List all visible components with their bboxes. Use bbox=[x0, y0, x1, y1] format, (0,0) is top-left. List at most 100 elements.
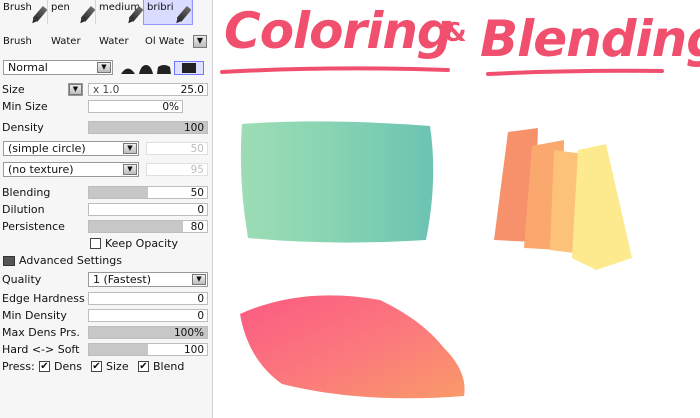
quality-select[interactable]: 1 (Fastest) ▼ bbox=[88, 272, 208, 287]
density-slider[interactable]: 100 bbox=[88, 121, 208, 134]
brush-slot-label: bribri bbox=[147, 2, 174, 13]
blending-slider[interactable]: 50 bbox=[88, 186, 208, 199]
blend-mode-select[interactable]: Normal ▼ bbox=[3, 60, 113, 75]
texture-strength-value: 95 bbox=[190, 164, 204, 176]
chevron-down-icon: ▼ bbox=[97, 62, 111, 73]
press-blend-label: Blend bbox=[153, 360, 185, 373]
dilution-row: Dilution 0 bbox=[0, 202, 210, 219]
brush-shape-value: (simple circle) bbox=[8, 142, 86, 155]
press-row: Press: ✔ Dens ✔ Size ✔ Blend bbox=[0, 359, 210, 376]
keep-opacity-row: Keep Opacity bbox=[0, 236, 210, 253]
brush-slot-sublabel: Water bbox=[99, 36, 129, 47]
pen-tool-icon bbox=[80, 5, 96, 23]
min-size-slider[interactable]: 0% bbox=[88, 100, 183, 113]
size-slider[interactable]: x 1.0 25.0 bbox=[88, 83, 208, 96]
press-blend-checkbox[interactable]: ✔ bbox=[138, 361, 149, 372]
chevron-down-icon: ▼ bbox=[123, 164, 137, 175]
density-row: Density 100 bbox=[0, 120, 210, 137]
drawing-canvas[interactable]: Coloring & Blending bbox=[212, 0, 700, 418]
brush-shape-flat-button[interactable] bbox=[120, 63, 136, 75]
press-size-checkbox[interactable]: ✔ bbox=[91, 361, 102, 372]
title-underline-right bbox=[486, 68, 664, 76]
brush-slot-sublabel: Water bbox=[51, 36, 81, 47]
max-dens-prs-slider[interactable]: 100% bbox=[88, 326, 208, 339]
edge-hardness-row: Edge Hardness 0 bbox=[0, 291, 210, 308]
texture-value: (no texture) bbox=[8, 163, 74, 176]
size-multiplier-value: x 1.0 bbox=[93, 84, 120, 96]
min-size-label: Min Size bbox=[2, 100, 48, 113]
advanced-settings-label: Advanced Settings bbox=[19, 254, 122, 267]
brush-shape-round-icon bbox=[157, 65, 171, 74]
brush-shape-mid-button[interactable] bbox=[138, 63, 154, 75]
brush-tool-icon bbox=[32, 5, 48, 23]
blending-value: 50 bbox=[190, 187, 204, 199]
size-multiplier-dropdown[interactable]: ▼ bbox=[68, 83, 83, 96]
size-row: Size ▼ x 1.0 25.0 bbox=[0, 82, 210, 99]
persistence-value: 80 bbox=[190, 221, 204, 233]
blending-row: Blending 50 bbox=[0, 185, 210, 202]
brush-slot-bribri[interactable]: bribri bbox=[143, 0, 193, 25]
brush-tool-icon bbox=[176, 5, 192, 23]
brush-shape-round-button[interactable] bbox=[156, 63, 172, 75]
brush-slot-label: Brush bbox=[3, 2, 32, 13]
chevron-down-icon: ▼ bbox=[196, 36, 204, 45]
hard-soft-value: 100 bbox=[183, 344, 204, 356]
brush-slot-pen[interactable]: pen bbox=[48, 0, 96, 24]
quality-label: Quality bbox=[2, 273, 42, 286]
shape-strength-slider[interactable]: 50 bbox=[146, 142, 208, 155]
min-density-value: 0 bbox=[197, 310, 204, 322]
hard-soft-slider[interactable]: 100 bbox=[88, 343, 208, 356]
press-size-label: Size bbox=[106, 360, 129, 373]
texture-select[interactable]: (no texture) ▼ bbox=[3, 162, 139, 177]
texture-strength-slider[interactable]: 95 bbox=[146, 163, 208, 176]
brush-scroll-down-button[interactable]: ▼ bbox=[193, 35, 207, 48]
blend-mode-value: Normal bbox=[8, 61, 48, 74]
collapse-icon bbox=[3, 256, 15, 266]
persistence-slider[interactable]: 80 bbox=[88, 220, 208, 233]
shape-strength-value: 50 bbox=[190, 143, 204, 155]
brush-shape-flat-icon bbox=[121, 68, 135, 74]
brush-slot-label: pen bbox=[51, 2, 70, 13]
dilution-label: Dilution bbox=[2, 203, 45, 216]
keep-opacity-checkbox[interactable] bbox=[90, 238, 101, 249]
blending-fill bbox=[89, 187, 148, 198]
density-value: 100 bbox=[183, 122, 204, 134]
hard-soft-label: Hard <-> Soft bbox=[2, 343, 80, 356]
brush-shape-select[interactable]: (simple circle) ▼ bbox=[3, 141, 139, 156]
min-density-slider[interactable]: 0 bbox=[88, 309, 208, 322]
min-size-value: 0% bbox=[162, 101, 179, 113]
press-dens-label: Dens bbox=[54, 360, 82, 373]
brush-shape-square-button[interactable] bbox=[174, 61, 204, 75]
edge-hardness-slider[interactable]: 0 bbox=[88, 292, 208, 305]
keep-opacity-label: Keep Opacity bbox=[105, 237, 178, 250]
max-dens-prs-label: Max Dens Prs. bbox=[2, 326, 80, 339]
brush-shape-square-icon bbox=[182, 63, 196, 73]
max-dens-prs-value: 100% bbox=[173, 327, 204, 339]
warm-stroke-yellow bbox=[572, 144, 632, 270]
hard-soft-row: Hard <-> Soft 100 bbox=[0, 342, 210, 359]
size-label: Size bbox=[2, 83, 25, 96]
hard-soft-fill bbox=[89, 344, 148, 355]
brush-slot-medium[interactable]: medium bbox=[96, 0, 144, 24]
min-density-label: Min Density bbox=[2, 309, 67, 322]
density-label: Density bbox=[2, 121, 44, 134]
edge-hardness-value: 0 bbox=[197, 293, 204, 305]
edge-hardness-label: Edge Hardness bbox=[2, 292, 85, 305]
dilution-slider[interactable]: 0 bbox=[88, 203, 208, 216]
quality-row: Quality 1 (Fastest) ▼ bbox=[0, 272, 210, 289]
max-dens-prs-row: Max Dens Prs. 100% bbox=[0, 325, 210, 342]
brush-shape-mid-icon bbox=[139, 65, 153, 74]
paint-strokes bbox=[220, 66, 664, 399]
brush-slot-sublabel: Brush bbox=[3, 36, 32, 47]
chevron-down-icon: ▼ bbox=[69, 84, 82, 95]
press-label: Press: bbox=[2, 360, 35, 373]
advanced-settings-header[interactable]: Advanced Settings bbox=[0, 253, 210, 270]
chevron-down-icon: ▼ bbox=[123, 143, 137, 154]
press-dens-checkbox[interactable]: ✔ bbox=[39, 361, 50, 372]
blending-label: Blending bbox=[2, 186, 51, 199]
persistence-row: Persistence 80 bbox=[0, 219, 210, 236]
min-density-row: Min Density 0 bbox=[0, 308, 210, 325]
brush-slot-brush[interactable]: Brush bbox=[0, 0, 48, 24]
chevron-down-icon: ▼ bbox=[192, 274, 206, 285]
dilution-value: 0 bbox=[197, 204, 204, 216]
